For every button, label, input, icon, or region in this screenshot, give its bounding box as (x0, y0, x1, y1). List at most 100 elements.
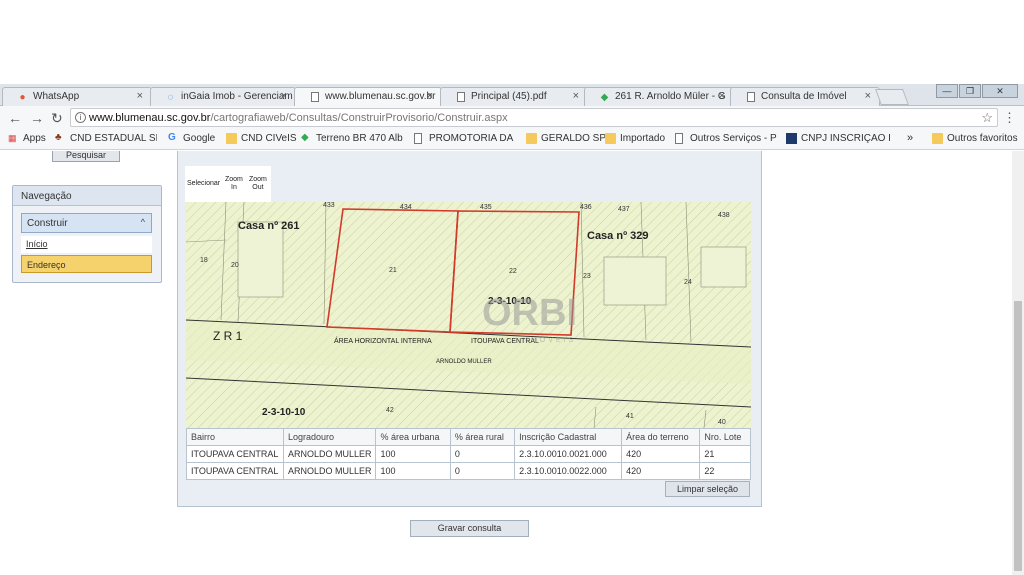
tab-pdf[interactable]: Principal (45).pdf × (440, 87, 588, 106)
apps-icon: ▦ (8, 133, 17, 143)
map-number: 433 (323, 202, 335, 209)
star-icon[interactable]: ☆ (981, 110, 993, 126)
close-icon[interactable]: × (865, 90, 871, 102)
bookmark-google[interactable]: G Google (168, 132, 215, 145)
url-input[interactable]: i www.blumenau.sc.gov.br/cartografiaweb/… (70, 108, 998, 127)
map-number: 438 (718, 212, 730, 219)
info-icon[interactable]: i (75, 112, 86, 123)
table-row[interactable]: ITOUPAVA CENTRAL ARNOLDO MULLER 100 0 2.… (186, 462, 751, 480)
tab-label: inGaia Imob - Gerenciam (181, 91, 293, 102)
chevron-up-icon: ^ (140, 217, 145, 227)
page-icon (457, 92, 465, 102)
tab-label: Consulta de Imóvel (761, 91, 847, 102)
bookmark-apps[interactable]: ▦ Apps (8, 133, 46, 144)
cell-bairro: ITOUPAVA CENTRAL (186, 445, 284, 463)
close-icon[interactable]: × (427, 90, 433, 102)
cell-area-urbana: 100 (375, 445, 451, 463)
lot-number: 21 (389, 267, 397, 274)
back-icon[interactable]: ← (8, 110, 22, 126)
bookmark-outros-servicos[interactable]: Outros Serviços - Pre (675, 133, 777, 144)
tab-consulta[interactable]: Consulta de Imóvel × (730, 87, 880, 106)
select-tool-button[interactable]: Selecionar (187, 180, 220, 188)
url-path: /cartografiaweb/Consultas/ConstruirProvi… (210, 112, 508, 124)
tab-blumenau[interactable]: www.blumenau.sc.gov.br × (294, 87, 442, 106)
scrollbar-thumb[interactable] (1014, 301, 1022, 571)
top-blank-area (0, 0, 1024, 84)
tab-ingaia[interactable]: ◌ inGaia Imob - Gerenciam × (150, 87, 296, 106)
cell-area-rural: 0 (449, 462, 516, 480)
folder-icon (526, 133, 537, 144)
house-label: Casa nº 329 (587, 230, 649, 242)
tab-label: Principal (45).pdf (471, 91, 547, 102)
close-icon[interactable]: × (719, 90, 725, 102)
cell-area-terreno: 420 (621, 462, 701, 480)
close-window-button[interactable]: ✕ (982, 84, 1018, 98)
clear-selection-button[interactable]: Limpar seleção (665, 481, 750, 497)
column-header: Logradouro (282, 428, 377, 446)
column-header: Bairro (186, 428, 284, 446)
menu-icon[interactable]: ⋮ (1003, 110, 1016, 126)
whatsapp-icon: ● (19, 92, 26, 103)
map-number: 434 (400, 204, 412, 211)
cell-lote: 22 (699, 462, 751, 480)
restore-button[interactable]: ❐ (959, 84, 981, 98)
close-icon[interactable]: × (281, 90, 287, 102)
receita-icon (786, 133, 797, 144)
area-label: ÁREA HORIZONTAL INTERNA (334, 336, 432, 345)
close-icon[interactable]: × (573, 90, 579, 102)
save-query-button[interactable]: Gravar consulta (410, 520, 529, 537)
address-bar-row: ← → ↻ i www.blumenau.sc.gov.br/cartograf… (0, 106, 1024, 130)
more-bookmarks[interactable]: » (893, 132, 913, 144)
tab-whatsapp[interactable]: ● WhatsApp × (2, 87, 152, 106)
column-header: % área urbana (375, 428, 451, 446)
search-button[interactable]: Pesquisar (52, 151, 120, 162)
bookmark-cnpj[interactable]: CNPJ INSCRIÇAO Re (786, 133, 890, 144)
bookmark-geraldo[interactable]: GERALDO SP (526, 133, 606, 144)
close-icon[interactable]: × (137, 90, 143, 102)
map-toolbar: Selecionar Zoom In Zoom Out (185, 166, 271, 202)
forward-icon[interactable]: → (30, 110, 44, 126)
watermark-sub: IMÓVEIS (526, 335, 576, 344)
dropdown-value: Construir (27, 218, 68, 229)
maps-icon: ◆ (301, 133, 309, 143)
tab-maps[interactable]: ◆ 261 R. Arnoldo Müler - G × (584, 87, 734, 106)
bookmark-outros-favoritos[interactable]: Outros favoritos (932, 133, 1018, 144)
minimize-button[interactable]: — (936, 84, 958, 98)
lot-number: 22 (509, 268, 517, 275)
zoom-out-button[interactable]: Zoom Out (249, 176, 267, 192)
table-row[interactable]: ITOUPAVA CENTRAL ARNOLDO MULLER 100 0 2.… (186, 445, 751, 463)
lot-number: 20 (231, 262, 239, 269)
url-domain: www.blumenau.sc.gov.br (89, 112, 211, 124)
bookmark-promotoria[interactable]: PROMOTORIA DA M (414, 133, 516, 144)
tab-strip: ● WhatsApp × ◌ inGaia Imob - Gerenciam ×… (0, 84, 1024, 106)
bookmark-icon: ♣ (55, 133, 62, 143)
cell-area-rural: 0 (449, 445, 516, 463)
page-icon (311, 92, 319, 102)
cell-inscricao: 2.3.10.0010.0021.000 (514, 445, 623, 463)
bookmark-importado[interactable]: Importado (605, 133, 665, 144)
bookmark-cnd-civeis[interactable]: CND CIVeIS (226, 133, 297, 144)
zoom-in-button[interactable]: Zoom In (225, 176, 243, 192)
results-table: Bairro Logradouro % área urbana % área r… (186, 428, 751, 480)
cell-logradouro: ARNOLDO MULLER (282, 462, 377, 480)
cell-lote: 21 (699, 445, 751, 463)
maps-icon: ◆ (600, 92, 609, 103)
cadastral-map[interactable]: 433 434 435 436 437 438 21 22 23 24 18 2… (186, 202, 751, 428)
block-label: 2-3-10-10 (262, 407, 306, 418)
bookmark-cnd-estadual[interactable]: ♣CND ESTADUAL SP - I (55, 133, 157, 144)
google-icon: G (168, 132, 176, 143)
bookmark-terreno[interactable]: ◆ Terreno BR 470 Alba (301, 133, 403, 144)
new-tab-button[interactable] (875, 89, 909, 105)
bookmarks-bar: ▦Apps ♣CND ESTADUAL SP - I GGoogle CND C… (0, 130, 1024, 150)
column-header: Inscrição Cadastral (514, 428, 623, 446)
ingaia-icon: ◌ (167, 92, 174, 103)
folder-icon (226, 133, 237, 144)
table-header-row: Bairro Logradouro % área urbana % área r… (186, 428, 751, 446)
construct-dropdown[interactable]: Construir ^ (21, 213, 152, 233)
cell-bairro: ITOUPAVA CENTRAL (186, 462, 284, 480)
menu-item-endereco[interactable]: Endereço (21, 255, 152, 273)
reload-icon[interactable]: ↻ (51, 110, 63, 127)
tab-label: www.blumenau.sc.gov.br (325, 91, 436, 102)
scrollbar[interactable] (1012, 151, 1024, 575)
menu-item-inicio[interactable]: Início (21, 236, 152, 253)
